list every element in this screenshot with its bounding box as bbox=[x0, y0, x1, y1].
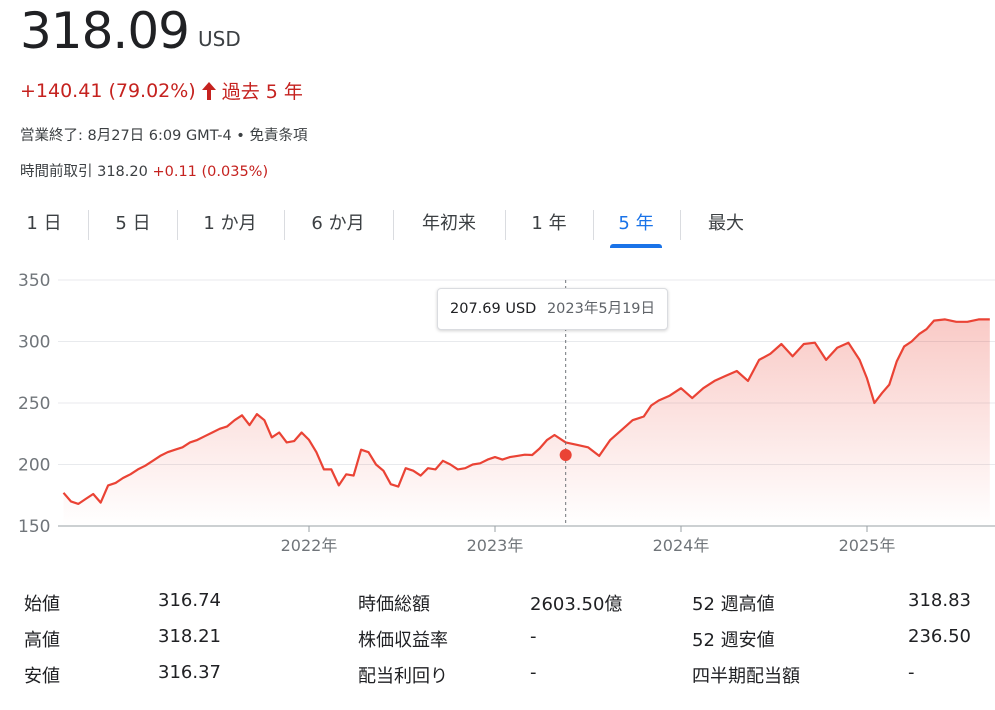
stats-row: 始値 316.74 時価総額 2603.50億 52 週高値 318.83 bbox=[0, 590, 995, 620]
tab-5y[interactable]: 5 年 bbox=[602, 204, 670, 248]
stat-value: 2603.50億 bbox=[530, 594, 623, 615]
x-tick-label: 2023年 bbox=[467, 536, 524, 555]
x-tick-label: 2025年 bbox=[839, 536, 896, 555]
tab-5d[interactable]: 5 日 bbox=[97, 204, 169, 244]
quote-period: 過去 5 年 bbox=[221, 81, 303, 103]
stat-label: 株価収益率 bbox=[358, 630, 448, 651]
y-tick-label: 250 bbox=[18, 394, 50, 414]
price-area-fill bbox=[63, 319, 990, 526]
tab-divider bbox=[393, 210, 394, 240]
tab-6m[interactable]: 6 か月 bbox=[292, 204, 384, 244]
tab-1y[interactable]: 1 年 bbox=[514, 204, 584, 244]
tab-divider bbox=[505, 210, 506, 240]
tab-1d[interactable]: 1 日 bbox=[10, 204, 78, 244]
stat-label: 52 週安値 bbox=[692, 630, 775, 651]
stat-value: 316.74 bbox=[158, 590, 221, 611]
y-tick-label: 150 bbox=[18, 517, 50, 537]
stat-value: 318.21 bbox=[158, 626, 221, 647]
stat-label: 始値 bbox=[24, 594, 60, 615]
premarket-label: 時間前取引 318.20 bbox=[20, 164, 148, 180]
arrow-up-icon bbox=[201, 81, 216, 100]
quote-change-row: +140.41 (79.02%) 過去 5 年 bbox=[20, 77, 303, 104]
x-tick-label: 2024年 bbox=[653, 536, 710, 555]
quote-currency: USD bbox=[198, 27, 241, 51]
chart-tooltip: 207.69 USD 2023年5月19日 bbox=[437, 288, 669, 330]
tab-1m[interactable]: 1 か月 bbox=[185, 204, 275, 244]
stat-label: 配当利回り bbox=[358, 666, 448, 687]
y-tick-label: 200 bbox=[18, 456, 50, 476]
y-tick-label: 350 bbox=[18, 271, 50, 291]
tab-ytd[interactable]: 年初来 bbox=[402, 204, 496, 244]
stats-row: 安値 316.37 配当利回り - 四半期配当額 - bbox=[0, 662, 995, 692]
stat-value: 236.50 bbox=[908, 626, 971, 647]
tab-divider bbox=[680, 210, 681, 240]
stat-value: - bbox=[908, 662, 915, 683]
stat-label: 四半期配当額 bbox=[692, 666, 800, 687]
tab-divider bbox=[88, 210, 89, 240]
stat-label: 52 週高値 bbox=[692, 594, 775, 615]
tab-divider bbox=[284, 210, 285, 240]
range-tabs: 1 日 5 日 1 か月 6 か月 年初来 1 年 5 年 最大 bbox=[0, 204, 995, 248]
tab-divider bbox=[177, 210, 178, 240]
y-tick-label: 300 bbox=[18, 333, 50, 353]
quote-change: +140.41 (79.02%) bbox=[20, 79, 196, 102]
tooltip-value: 207.69 USD bbox=[450, 301, 537, 317]
stat-label: 安値 bbox=[24, 666, 60, 687]
quote-price: 318.09 bbox=[20, 2, 190, 60]
stat-value: - bbox=[530, 626, 537, 647]
stats-row: 高値 318.21 株価収益率 - 52 週安値 236.50 bbox=[0, 626, 995, 656]
hover-point bbox=[559, 449, 572, 462]
tooltip-date: 2023年5月19日 bbox=[546, 301, 656, 317]
premarket-change: +0.11 (0.035%) bbox=[152, 164, 269, 180]
premarket-row: 時間前取引 318.20 +0.11 (0.035%) bbox=[20, 160, 268, 181]
tab-max[interactable]: 最大 bbox=[690, 204, 762, 244]
x-tick-label: 2022年 bbox=[281, 536, 338, 555]
active-tab-indicator bbox=[610, 244, 662, 248]
market-status: 営業終了: 8月27日 6:09 GMT-4 • 免責条項 bbox=[20, 128, 308, 144]
stat-value: 318.83 bbox=[908, 590, 971, 611]
stat-value: 316.37 bbox=[158, 662, 221, 683]
tab-5y-label: 5 年 bbox=[618, 213, 654, 234]
stat-value: - bbox=[530, 662, 537, 683]
tab-divider bbox=[593, 210, 594, 240]
stat-label: 高値 bbox=[24, 630, 60, 651]
stat-label: 時価総額 bbox=[358, 594, 430, 615]
